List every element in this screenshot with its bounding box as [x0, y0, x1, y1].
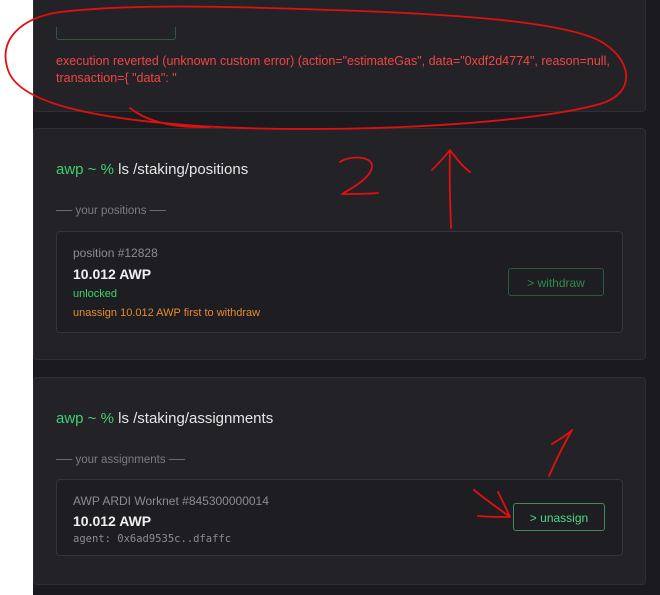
withdraw-button[interactable]: > withdraw: [508, 268, 604, 296]
assignment-title: AWP ARDI Worknet #845300000014: [73, 494, 269, 508]
assignments-section-label: ── your assignments ──: [56, 454, 186, 466]
prompt-user: awp ~ %: [56, 161, 114, 178]
assignment-agent: agent: 0x6ad9535c..dfaffc: [73, 533, 232, 545]
assignments-prompt: awp ~ % ls /staking/assignments: [56, 410, 273, 427]
positions-section-label: ── your positions ──: [56, 205, 166, 217]
positions-card: awp ~ % ls /staking/positions ── your po…: [33, 128, 646, 360]
positions-prompt: awp ~ % ls /staking/positions: [56, 161, 248, 178]
position-amount: 10.012 AWP: [73, 266, 152, 282]
previous-button-edge: [56, 27, 176, 40]
position-status: unlocked: [73, 288, 118, 300]
position-title: position #12828: [73, 246, 158, 260]
prompt-command: ls /staking/assignments: [118, 410, 274, 427]
error-message: execution reverted (unknown custom error…: [56, 54, 610, 85]
position-warning: unassign 10.012 AWP first to withdraw: [73, 307, 261, 319]
prompt-user: awp ~ %: [56, 410, 114, 427]
error-card: execution reverted (unknown custom error…: [33, 0, 646, 112]
position-item: position #12828 10.012 AWP unlocked unas…: [56, 231, 623, 333]
unassign-button[interactable]: > unassign: [513, 503, 605, 531]
assignment-item: AWP ARDI Worknet #845300000014 10.012 AW…: [56, 479, 623, 556]
assignments-card: awp ~ % ls /staking/assignments ── your …: [33, 377, 646, 585]
assignment-amount: 10.012 AWP: [73, 513, 152, 529]
prompt-command: ls /staking/positions: [118, 161, 249, 178]
